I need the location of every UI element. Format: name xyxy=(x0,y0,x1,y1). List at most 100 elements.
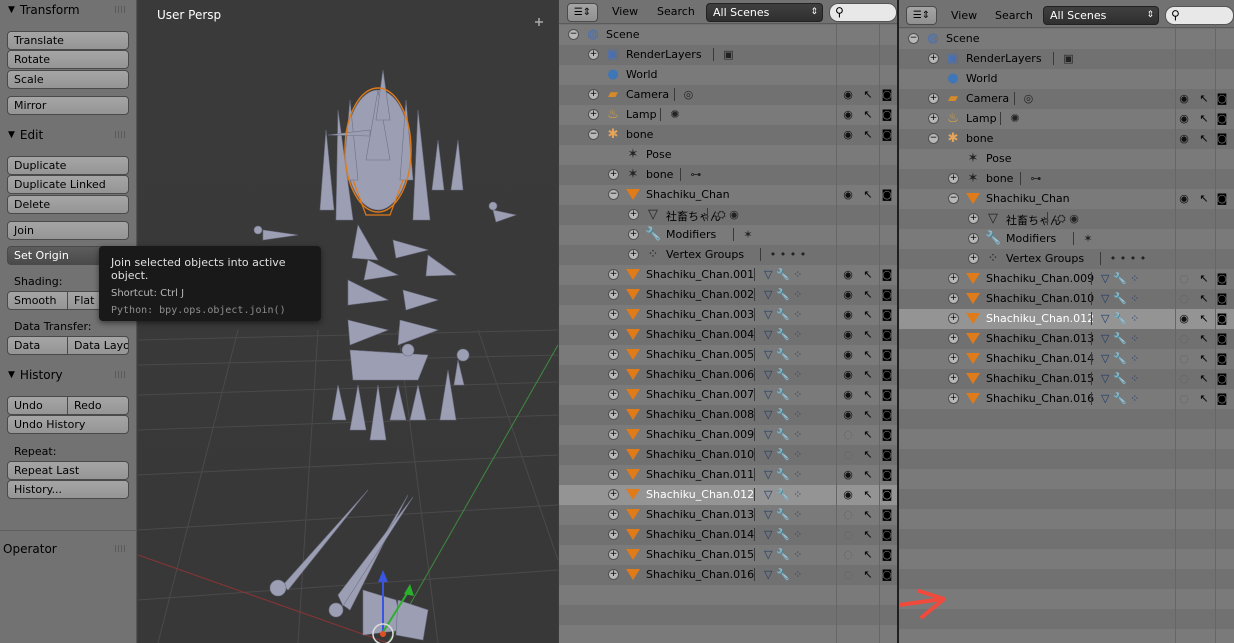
outliner-item-label[interactable]: Vertex Groups xyxy=(666,248,744,261)
expand-toggle-icon[interactable]: + xyxy=(588,49,599,60)
outliner-row[interactable]: + Shachiku_Chan.011 ▽ 🔧 ⁘ ◉ ↖ ◙ xyxy=(559,465,897,485)
selectability-cursor-icon[interactable]: ↖ xyxy=(861,287,875,303)
expand-toggle-icon[interactable]: + xyxy=(608,449,619,460)
outliner-row[interactable]: + Shachiku_Chan.008 ▽ 🔧 ⁘ ◉ ↖ ◙ xyxy=(559,405,897,425)
selectability-cursor-icon[interactable]: ↖ xyxy=(861,547,875,563)
outliner-row[interactable]: + Shachiku_Chan.005 ▽ 🔧 ⁘ ◉ ↖ ◙ xyxy=(559,345,897,365)
outliner-item-label[interactable]: Camera xyxy=(966,92,1009,105)
outliner-item-label[interactable]: Shachiku_Chan.010 xyxy=(646,448,754,461)
selectability-cursor-icon[interactable]: ↖ xyxy=(861,187,875,203)
render-camera-icon[interactable]: ◙ xyxy=(880,87,894,103)
render-camera-icon[interactable]: ◙ xyxy=(880,467,894,483)
search-menu[interactable]: Search xyxy=(995,9,1033,22)
mesh-modifier-icons[interactable]: ▽ 🔧 ⁘ xyxy=(764,408,802,422)
expand-toggle-icon[interactable]: + xyxy=(608,489,619,500)
render-camera-icon[interactable]: ◙ xyxy=(880,387,894,403)
outliner-item-label[interactable]: Shachiku_Chan.008 xyxy=(646,408,754,421)
render-camera-icon[interactable]: ◙ xyxy=(880,287,894,303)
lamp-data-icon[interactable]: ✺ xyxy=(670,108,679,122)
outliner-item-label[interactable]: Camera xyxy=(626,88,669,101)
translate-button[interactable]: Translate xyxy=(7,31,129,50)
visibility-eye-icon[interactable]: ◌ xyxy=(841,447,855,463)
outliner-row[interactable]: + Shachiku_Chan.001 ▽ 🔧 ⁘ ◉ ↖ ◙ xyxy=(559,265,897,285)
camera-data-icon[interactable]: ◎ xyxy=(684,88,694,102)
visibility-eye-icon[interactable]: ◉ xyxy=(841,87,855,103)
collapse-toggle-icon[interactable]: − xyxy=(588,129,599,140)
visibility-eye-icon[interactable]: ◉ xyxy=(841,347,855,363)
render-camera-icon[interactable]: ◙ xyxy=(880,267,894,283)
selectability-cursor-icon[interactable]: ↖ xyxy=(1197,131,1211,147)
visibility-eye-icon[interactable]: ◉ xyxy=(841,367,855,383)
expand-toggle-icon[interactable]: + xyxy=(628,209,639,220)
visibility-eye-icon[interactable]: ◉ xyxy=(841,467,855,483)
visibility-eye-icon[interactable]: ◌ xyxy=(841,427,855,443)
outliner-item-label[interactable]: RenderLayers xyxy=(626,48,702,61)
collapse-toggle-icon[interactable]: − xyxy=(948,193,959,204)
expand-toggle-icon[interactable]: + xyxy=(608,369,619,380)
panel-grip-icon[interactable] xyxy=(115,131,127,138)
selectability-cursor-icon[interactable]: ↖ xyxy=(1197,351,1211,367)
outliner-item-label[interactable]: Shachiku_Chan.004 xyxy=(646,328,754,341)
selectability-cursor-icon[interactable]: ↖ xyxy=(861,327,875,343)
outliner-row[interactable]: + Shachiku_Chan.009 ▽ 🔧 ⁘ ◌ ↖ ◙ xyxy=(899,269,1234,289)
visibility-eye-icon[interactable]: ◌ xyxy=(841,507,855,523)
expand-toggle-icon[interactable]: + xyxy=(948,313,959,324)
outliner-item-label[interactable]: bone xyxy=(986,172,1013,185)
mesh-modifier-icons[interactable]: ▽ 🔧 ⁘ xyxy=(764,548,802,562)
render-camera-icon[interactable]: ◙ xyxy=(880,447,894,463)
expand-toggle-icon[interactable]: + xyxy=(948,293,959,304)
render-layer-icon[interactable]: ▣ xyxy=(723,48,733,62)
outliner-item-label[interactable]: Shachiku_Chan.015 xyxy=(646,548,754,561)
view-menu[interactable]: View xyxy=(612,5,638,18)
smooth-button[interactable]: Smooth xyxy=(7,291,68,310)
selectability-cursor-icon[interactable]: ↖ xyxy=(1197,311,1211,327)
visibility-eye-icon[interactable]: ◉ xyxy=(841,127,855,143)
render-camera-icon[interactable]: ◙ xyxy=(880,427,894,443)
outliner-row[interactable]: + Shachiku_Chan.014 ▽ 🔧 ⁘ ◌ ↖ ◙ xyxy=(559,525,897,545)
history-menu-button[interactable]: History... xyxy=(7,480,129,499)
outliner-item-label[interactable]: Shachiku_Chan.009 xyxy=(986,272,1094,285)
visibility-eye-icon[interactable]: ◌ xyxy=(1177,291,1191,307)
outliner-row[interactable]: + ⁘ Vertex Groups • • • • xyxy=(559,245,897,265)
selectability-cursor-icon[interactable]: ↖ xyxy=(861,507,875,523)
selectability-cursor-icon[interactable]: ↖ xyxy=(1197,271,1211,287)
outliner-item-label[interactable]: World xyxy=(966,72,998,85)
outliner-item-label[interactable]: Scene xyxy=(946,32,980,45)
outliner-item-label[interactable]: Shachiku_Chan xyxy=(646,188,730,201)
mesh-modifier-icons[interactable]: ▽ 🔧 ⁘ xyxy=(764,468,802,482)
outliner-row[interactable]: + Shachiku_Chan.006 ▽ 🔧 ⁘ ◉ ↖ ◙ xyxy=(559,365,897,385)
render-camera-icon[interactable]: ◙ xyxy=(880,487,894,503)
selectability-cursor-icon[interactable]: ↖ xyxy=(861,267,875,283)
expand-toggle-icon[interactable]: + xyxy=(948,353,959,364)
rotate-button[interactable]: Rotate xyxy=(7,50,129,69)
outliner-row[interactable]: + ⁘ Vertex Groups • • • • xyxy=(899,249,1234,269)
expand-toggle-icon[interactable]: + xyxy=(948,273,959,284)
selectability-cursor-icon[interactable]: ↖ xyxy=(861,307,875,323)
selectability-cursor-icon[interactable]: ↖ xyxy=(1197,291,1211,307)
outliner-row[interactable]: + ▰ Camera ◎ ◉ ↖ ◙ xyxy=(559,85,897,105)
collapse-toggle-icon[interactable]: − xyxy=(608,189,619,200)
visibility-eye-icon[interactable]: ◉ xyxy=(841,187,855,203)
outliner-row[interactable]: + ▣ RenderLayers ▣ xyxy=(559,45,897,65)
render-camera-icon[interactable]: ◙ xyxy=(1215,271,1229,287)
selectability-cursor-icon[interactable]: ↖ xyxy=(861,127,875,143)
outliner-item-label[interactable]: Shachiku_Chan.016 xyxy=(646,568,754,581)
outliner-row[interactable]: + Shachiku_Chan.014 ▽ 🔧 ⁘ ◌ ↖ ◙ xyxy=(899,349,1234,369)
mesh-modifier-icons[interactable]: ▽ 🔧 ⁘ xyxy=(764,328,802,342)
outliner-item-label[interactable]: Lamp xyxy=(626,108,657,121)
mesh-modifier-icons[interactable]: ▽ 🔧 ⁘ xyxy=(1101,392,1139,406)
dots-icon[interactable]: • • • • xyxy=(1110,252,1146,266)
visibility-eye-icon[interactable]: ◉ xyxy=(1177,91,1191,107)
visibility-eye-icon[interactable]: ◉ xyxy=(1177,131,1191,147)
selectability-cursor-icon[interactable]: ↖ xyxy=(861,487,875,503)
search-menu[interactable]: Search xyxy=(657,5,695,18)
outliner-item-label[interactable]: Vertex Groups xyxy=(1006,252,1084,265)
editor-type-button[interactable]: ☰⇕ xyxy=(567,3,598,22)
visibility-eye-icon[interactable]: ◉ xyxy=(841,307,855,323)
expand-toggle-icon[interactable]: + xyxy=(608,309,619,320)
outliner-row[interactable]: + Shachiku_Chan.004 ▽ 🔧 ⁘ ◉ ↖ ◙ xyxy=(559,325,897,345)
outliner-row[interactable]: − ◍ Scene xyxy=(899,29,1234,49)
undo-history-button[interactable]: Undo History xyxy=(7,415,129,434)
outliner-row[interactable]: + 🔧 Modifiers ✶ xyxy=(899,229,1234,249)
scene-filter-select[interactable]: All Scenes ⇕ xyxy=(1043,6,1159,25)
